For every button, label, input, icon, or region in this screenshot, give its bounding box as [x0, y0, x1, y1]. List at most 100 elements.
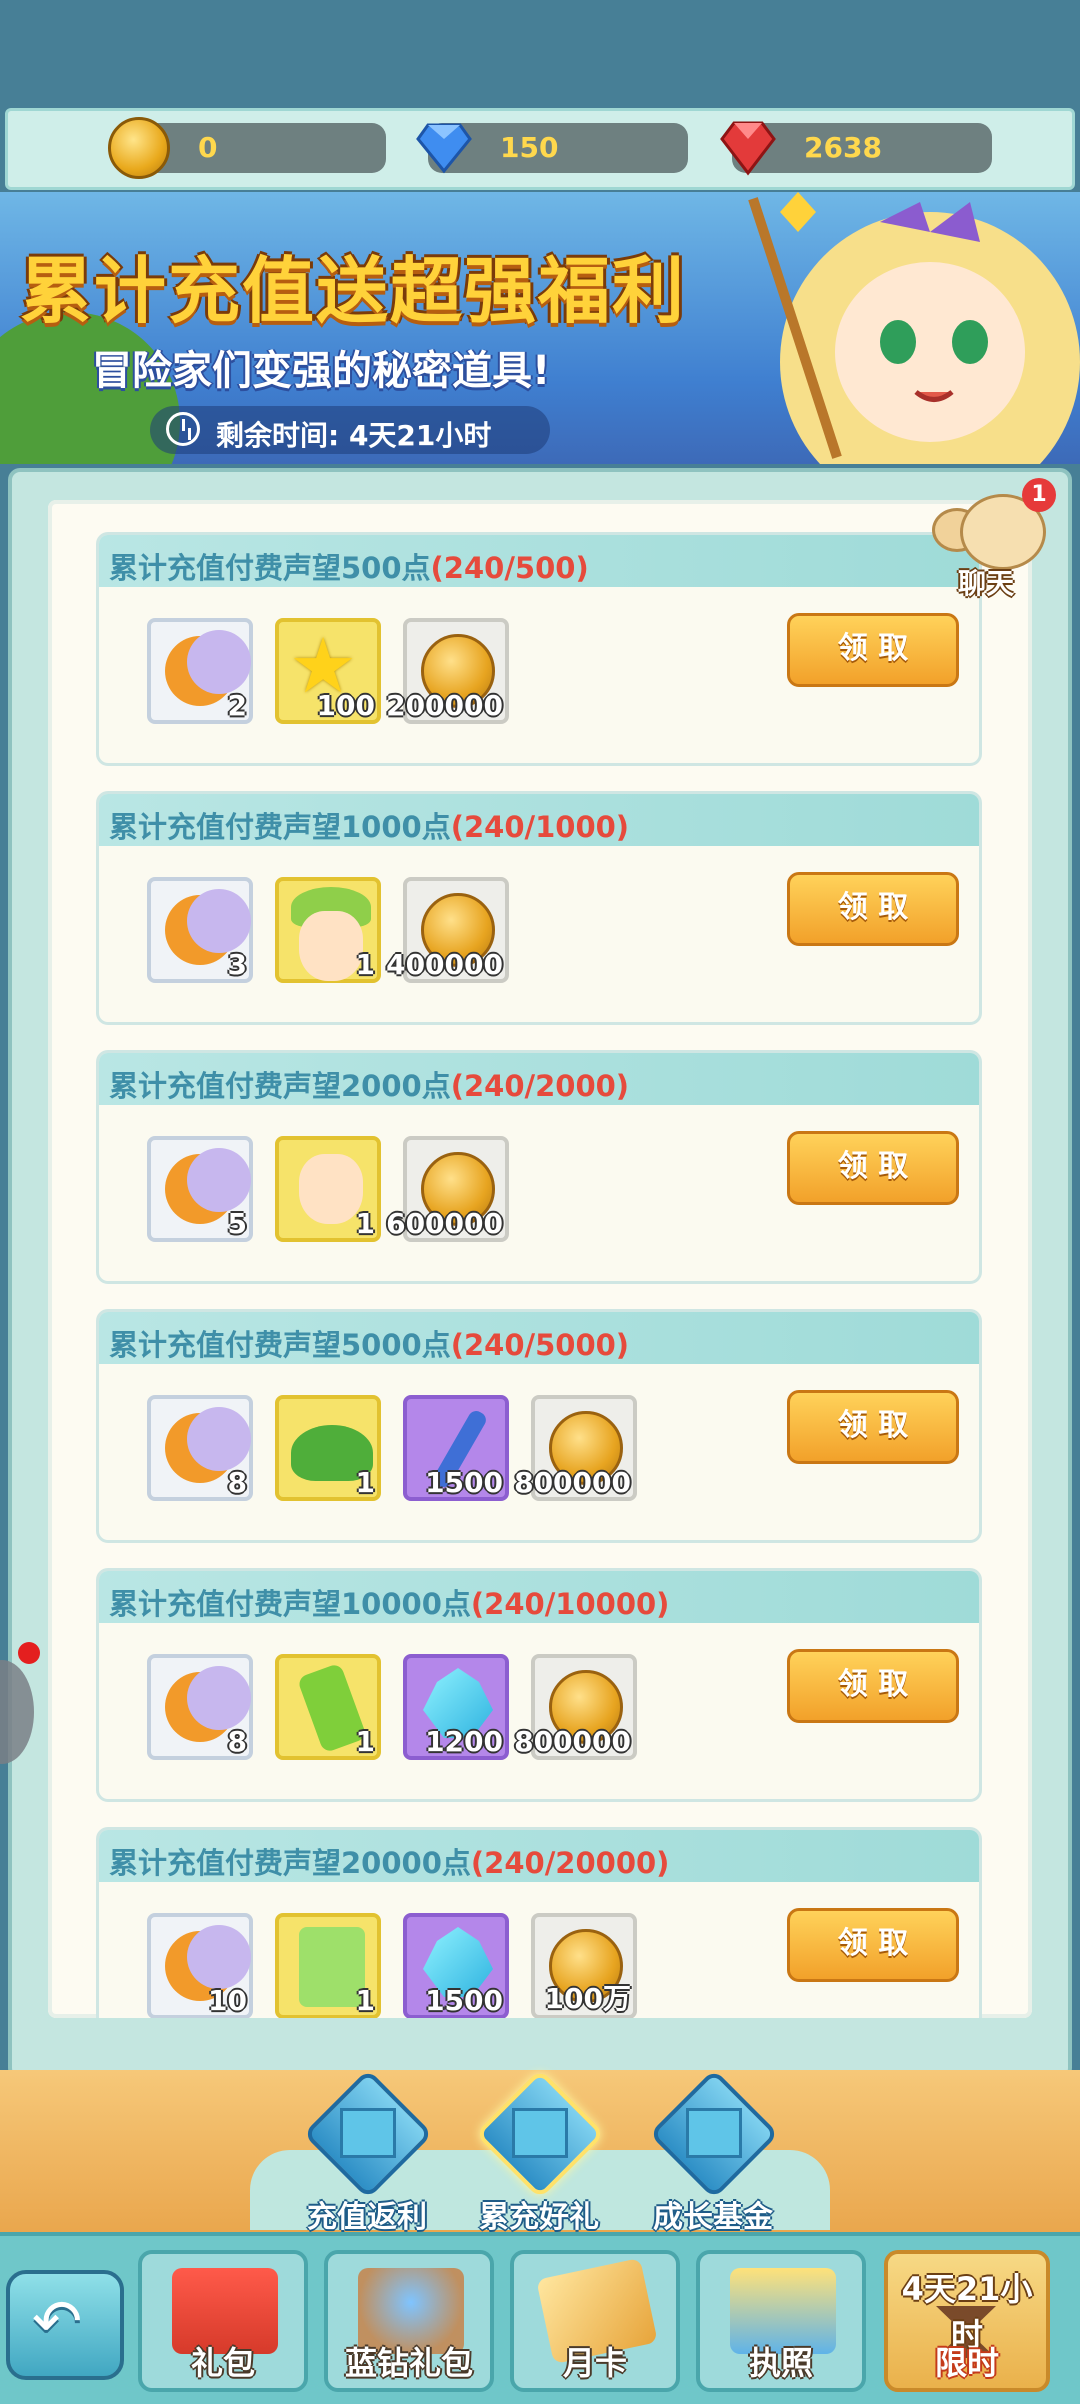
- reward-quantity: 2: [227, 689, 247, 722]
- tier-header: 累计充值付费声望5000点(240/5000): [99, 1312, 979, 1364]
- reward-item[interactable]: 200000: [386, 618, 509, 724]
- reward-item[interactable]: 1: [275, 1913, 381, 2018]
- reward-item[interactable]: 2: [147, 618, 253, 724]
- reward-item[interactable]: 800000: [514, 1654, 637, 1760]
- tab-cumulative-gifts[interactable]: 累充好礼: [464, 2068, 614, 2235]
- reward-tier-card: 累计充值付费声望5000点(240/5000) 8 1 1500 800000 领 取: [96, 1309, 982, 1543]
- tier-title: 累计充值付费声望10000点(240/10000): [109, 1581, 669, 1623]
- timer-text: 剩余时间: 4天21小时: [216, 419, 492, 452]
- tier-progress: (240/500): [430, 551, 589, 585]
- gift-box-icon: [340, 2108, 396, 2158]
- reward-item[interactable]: 1: [275, 1654, 381, 1760]
- gold-currency[interactable]: 0: [108, 117, 386, 179]
- nav-gift-pack[interactable]: 礼包: [138, 2250, 308, 2392]
- reward-item[interactable]: 10: [147, 1913, 253, 2018]
- back-button[interactable]: ↶: [6, 2270, 124, 2380]
- nav-label: 蓝钻礼包: [344, 2344, 473, 2382]
- chat-badge: 1: [1022, 478, 1056, 512]
- reward-item[interactable]: ★ 100: [275, 618, 381, 724]
- banner-title: 累计充值送超强福利: [20, 249, 687, 333]
- diamond-value: 150: [500, 131, 559, 164]
- chat-button[interactable]: 1 聊天: [930, 478, 1060, 600]
- tab-growth-fund[interactable]: 成长基金: [638, 2068, 788, 2235]
- tab-recharge-rebate[interactable]: 充值返利: [292, 2068, 442, 2235]
- tier-title: 累计充值付费声望20000点(240/20000): [109, 1840, 669, 1882]
- tab-label: 充值返利: [307, 2200, 427, 2235]
- claim-button[interactable]: 领 取: [787, 1390, 959, 1464]
- reward-list[interactable]: 累计充值付费声望500点(240/500) 2 ★ 100 200000 领 取累计充值付…: [48, 500, 1032, 2018]
- reward-item[interactable]: 5: [147, 1136, 253, 1242]
- gold-coin-icon: [108, 117, 170, 179]
- blue-diamond-icon: [416, 123, 472, 174]
- reward-quantity: 100: [316, 689, 375, 722]
- reward-quantity: 1: [355, 1725, 375, 1758]
- reward-quantity: 10: [208, 1984, 247, 2017]
- reward-quantity: 100万: [544, 1982, 631, 2015]
- nav-month-card[interactable]: 月卡: [510, 2250, 680, 2392]
- tier-progress: (240/20000): [470, 1846, 670, 1880]
- claim-button[interactable]: 领 取: [787, 1131, 959, 1205]
- gift-box-icon: [512, 2108, 568, 2158]
- reward-quantity: 1200: [425, 1725, 503, 1758]
- reward-quantity: 800000: [514, 1466, 631, 1499]
- nav-license[interactable]: 执照: [696, 2250, 866, 2392]
- clock-icon: [166, 412, 200, 446]
- reward-quantity: 200000: [386, 689, 503, 722]
- nav-label: 礼包: [190, 2344, 255, 2382]
- tier-progress: (240/1000): [450, 810, 630, 844]
- claim-button[interactable]: 领 取: [787, 872, 959, 946]
- reward-item[interactable]: 400000: [386, 877, 509, 983]
- tier-requirement: 累计充值付费声望5000点: [109, 1328, 451, 1362]
- reward-quantity: 1: [355, 1466, 375, 1499]
- reward-item[interactable]: 1500: [403, 1395, 509, 1501]
- reward-item[interactable]: 1: [275, 1395, 381, 1501]
- reward-quantity: 800000: [514, 1725, 631, 1758]
- tier-requirement: 累计充值付费声望2000点: [109, 1069, 451, 1103]
- tab-label: 成长基金: [653, 2200, 773, 2235]
- nav-limited-time[interactable]: 4天21小时 限时: [884, 2250, 1050, 2392]
- tier-progress: (240/2000): [450, 1069, 630, 1103]
- banner-subtitle: 冒险家们变强的秘密道具!: [92, 348, 551, 394]
- claim-button[interactable]: 领 取: [787, 1908, 959, 1982]
- reward-quantity: 3: [227, 948, 247, 981]
- claim-button[interactable]: 领 取: [787, 613, 959, 687]
- reward-item[interactable]: 8: [147, 1654, 253, 1760]
- reward-item[interactable]: 1500: [403, 1913, 509, 2018]
- tier-requirement: 累计充值付费声望20000点: [109, 1846, 471, 1880]
- tier-header: 累计充值付费声望500点(240/500): [99, 535, 979, 587]
- reward-quantity: 1500: [425, 1984, 503, 2017]
- tier-requirement: 累计充值付费声望1000点: [109, 810, 451, 844]
- gift-box-icon: [686, 2108, 742, 2158]
- reward-quantity: 8: [227, 1466, 247, 1499]
- back-arrow-icon: ↶: [32, 2287, 83, 2357]
- tier-progress: (240/5000): [450, 1328, 630, 1362]
- reward-tier-card: 累计充值付费声望2000点(240/2000) 5 1 600000 领 取: [96, 1050, 982, 1284]
- reward-item[interactable]: 1: [275, 877, 381, 983]
- reward-item[interactable]: 1: [275, 1136, 381, 1242]
- reward-quantity: 1: [355, 948, 375, 981]
- diamond-currency[interactable]: 150: [416, 123, 688, 174]
- event-timer: 剩余时间: 4天21小时: [150, 406, 550, 454]
- reward-item[interactable]: 1200: [403, 1654, 509, 1760]
- reward-item[interactable]: 8: [147, 1395, 253, 1501]
- reward-tier-card: 累计充值付费声望10000点(240/10000) 8 1 1200 800000 领 取: [96, 1568, 982, 1802]
- tier-title: 累计充值付费声望2000点(240/2000): [109, 1063, 629, 1105]
- tier-requirement: 累计充值付费声望500点: [109, 551, 431, 585]
- reward-quantity: 1: [355, 1984, 375, 2017]
- reward-quantity: 400000: [386, 948, 503, 981]
- claim-button[interactable]: 领 取: [787, 1649, 959, 1723]
- nav-blue-diamond-pack[interactable]: 蓝钻礼包: [324, 2250, 494, 2392]
- reward-item[interactable]: 3: [147, 877, 253, 983]
- mascot-character: [748, 192, 1080, 464]
- reward-item[interactable]: 600000: [386, 1136, 509, 1242]
- red-gem-icon: [720, 121, 776, 176]
- reward-item[interactable]: 800000: [514, 1395, 637, 1501]
- nav-label: 月卡: [562, 2344, 627, 2382]
- tier-progress: (240/10000): [470, 1587, 670, 1621]
- tab-label: 累充好礼: [479, 2200, 599, 2235]
- reward-item[interactable]: 100万: [531, 1913, 637, 2018]
- nav-label: 执照: [748, 2344, 813, 2382]
- tier-title: 累计充值付费声望1000点(240/1000): [109, 804, 629, 846]
- ruby-currency[interactable]: 2638: [720, 121, 992, 176]
- currency-bar: 0 150 2638: [5, 108, 1075, 190]
